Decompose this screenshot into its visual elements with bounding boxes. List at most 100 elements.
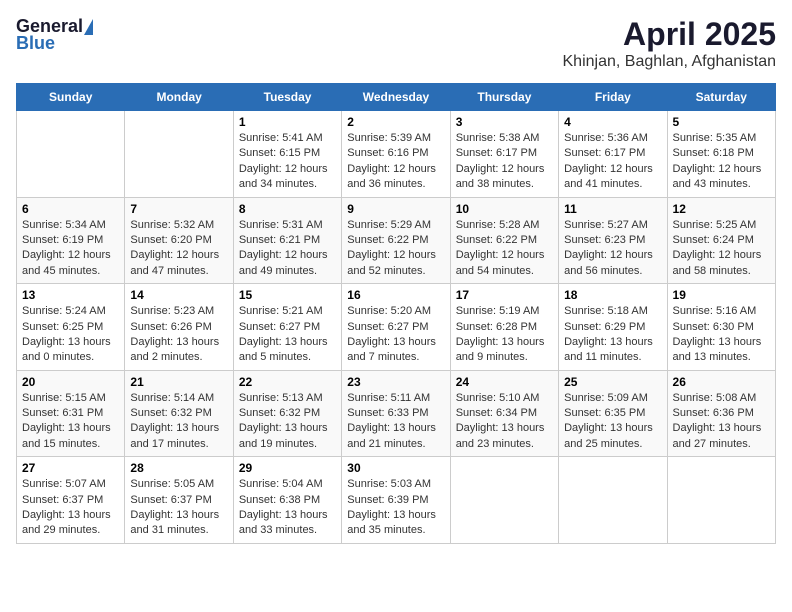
- calendar-week-row: 27 Sunrise: 5:07 AMSunset: 6:37 PMDayligh…: [17, 457, 776, 544]
- day-number: 19: [673, 288, 770, 302]
- day-number: 18: [564, 288, 661, 302]
- day-number: 21: [130, 375, 227, 389]
- weekday-header: Friday: [559, 84, 667, 111]
- day-info: Sunrise: 5:16 AMSunset: 6:30 PMDaylight:…: [673, 304, 770, 366]
- calendar-cell: 20Sunrise: 5:15 AMSunset: 6:31 PMDayligh…: [17, 370, 125, 457]
- calendar-cell: 15Sunrise: 5:21 AMSunset: 6:27 PMDayligh…: [233, 284, 341, 371]
- sunrise-text: Sunrise: 5:29 AM: [347, 218, 444, 233]
- sunset-text: Sunset: 6:19 PM: [22, 233, 119, 248]
- calendar-cell: 13 Sunrise: 5:24 AMSunset: 6:25 PMDayligh…: [17, 284, 125, 371]
- sunrise-text: Sunrise: 5:41 AM: [239, 131, 336, 146]
- daylight-text: Daylight: 13 hours and 25 minutes.: [564, 421, 661, 452]
- sunrise-text: Sunrise: 5:07 AM: [22, 477, 119, 492]
- day-info: Sunrise: 5:29 AMSunset: 6:22 PMDaylight:…: [347, 218, 444, 280]
- calendar-cell: 23Sunrise: 5:11 AMSunset: 6:33 PMDayligh…: [342, 370, 450, 457]
- page-header: General Blue April 2025 Khinjan, Baghlan…: [16, 16, 776, 71]
- calendar-cell: 29 Sunrise: 5:04 AMSunset: 6:38 PMDayligh…: [233, 457, 341, 544]
- page-subtitle: Khinjan, Baghlan, Afghanistan: [563, 53, 777, 71]
- calendar-table: SundayMondayTuesdayWednesdayThursdayFrid…: [16, 83, 776, 544]
- day-info: Sunrise: 5:24 AMSunset: 6:25 PMDaylight:…: [22, 304, 119, 366]
- sunrise-text: Sunrise: 5:35 AM: [673, 131, 770, 146]
- sunrise-text: Sunrise: 5:27 AM: [564, 218, 661, 233]
- calendar-cell: 18Sunrise: 5:18 AMSunset: 6:29 PMDayligh…: [559, 284, 667, 371]
- day-info: Sunrise: 5:08 AMSunset: 6:36 PMDaylight:…: [673, 391, 770, 453]
- sunrise-text: Sunrise: 5:38 AM: [456, 131, 553, 146]
- day-info: Sunrise: 5:23 AMSunset: 6:26 PMDaylight:…: [130, 304, 227, 366]
- daylight-text: Daylight: 13 hours and 7 minutes.: [347, 335, 444, 366]
- daylight-text: Daylight: 13 hours and 23 minutes.: [456, 421, 553, 452]
- day-info: Sunrise: 5:39 AMSunset: 6:16 PMDaylight:…: [347, 131, 444, 193]
- day-info: Sunrise: 5:04 AMSunset: 6:38 PMDaylight:…: [239, 477, 336, 539]
- day-info: Sunrise: 5:41 AMSunset: 6:15 PMDaylight:…: [239, 131, 336, 193]
- day-number: 15: [239, 288, 336, 302]
- daylight-text: Daylight: 12 hours and 54 minutes.: [456, 248, 553, 279]
- logo: General Blue: [16, 16, 93, 54]
- day-number: 26: [673, 375, 770, 389]
- day-info: Sunrise: 5:07 AMSunset: 6:37 PMDaylight:…: [22, 477, 119, 539]
- daylight-text: Daylight: 13 hours and 29 minutes.: [22, 508, 119, 539]
- weekday-header: Thursday: [450, 84, 558, 111]
- day-number: 12: [673, 202, 770, 216]
- calendar-week-row: 20Sunrise: 5:15 AMSunset: 6:31 PMDayligh…: [17, 370, 776, 457]
- sunrise-text: Sunrise: 5:09 AM: [564, 391, 661, 406]
- day-number: 25: [564, 375, 661, 389]
- calendar-cell: 14 Sunrise: 5:23 AMSunset: 6:26 PMDayligh…: [125, 284, 233, 371]
- day-number: 6: [22, 202, 119, 216]
- sunrise-text: Sunrise: 5:14 AM: [130, 391, 227, 406]
- sunrise-text: Sunrise: 5:13 AM: [239, 391, 336, 406]
- day-number: 30: [347, 461, 444, 475]
- day-info: Sunrise: 5:19 AMSunset: 6:28 PMDaylight:…: [456, 304, 553, 366]
- calendar-cell: 7Sunrise: 5:32 AMSunset: 6:20 PMDaylight…: [125, 197, 233, 284]
- day-number: 28: [130, 461, 227, 475]
- sunrise-text: Sunrise: 5:10 AM: [456, 391, 553, 406]
- calendar-week-row: 13 Sunrise: 5:24 AMSunset: 6:25 PMDayligh…: [17, 284, 776, 371]
- sunset-text: Sunset: 6:15 PM: [239, 146, 336, 161]
- sunset-text: Sunset: 6:22 PM: [347, 233, 444, 248]
- calendar-cell: 9Sunrise: 5:29 AMSunset: 6:22 PMDaylight…: [342, 197, 450, 284]
- calendar-cell: [450, 457, 558, 544]
- logo-blue-text: Blue: [16, 33, 55, 54]
- calendar-cell: 21Sunrise: 5:14 AMSunset: 6:32 PMDayligh…: [125, 370, 233, 457]
- calendar-cell: 3Sunrise: 5:38 AMSunset: 6:17 PMDaylight…: [450, 111, 558, 198]
- sunrise-text: Sunrise: 5:08 AM: [673, 391, 770, 406]
- daylight-text: Daylight: 13 hours and 33 minutes.: [239, 508, 336, 539]
- day-info: Sunrise: 5:05 AMSunset: 6:37 PMDaylight:…: [130, 477, 227, 539]
- day-number: 11: [564, 202, 661, 216]
- day-number: 14: [130, 288, 227, 302]
- sunset-text: Sunset: 6:24 PM: [673, 233, 770, 248]
- day-number: 29: [239, 461, 336, 475]
- day-number: 10: [456, 202, 553, 216]
- calendar-cell: 10Sunrise: 5:28 AMSunset: 6:22 PMDayligh…: [450, 197, 558, 284]
- sunset-text: Sunset: 6:38 PM: [239, 493, 336, 508]
- sunrise-text: Sunrise: 5:23 AM: [130, 304, 227, 319]
- sunset-text: Sunset: 6:16 PM: [347, 146, 444, 161]
- calendar-cell: 2Sunrise: 5:39 AMSunset: 6:16 PMDaylight…: [342, 111, 450, 198]
- sunrise-text: Sunrise: 5:04 AM: [239, 477, 336, 492]
- calendar-cell: 16Sunrise: 5:20 AMSunset: 6:27 PMDayligh…: [342, 284, 450, 371]
- calendar-cell: 17Sunrise: 5:19 AMSunset: 6:28 PMDayligh…: [450, 284, 558, 371]
- sunrise-text: Sunrise: 5:05 AM: [130, 477, 227, 492]
- daylight-text: Daylight: 13 hours and 5 minutes.: [239, 335, 336, 366]
- sunset-text: Sunset: 6:22 PM: [456, 233, 553, 248]
- sunrise-text: Sunrise: 5:31 AM: [239, 218, 336, 233]
- calendar-cell: [667, 457, 775, 544]
- day-number: 7: [130, 202, 227, 216]
- day-number: 27: [22, 461, 119, 475]
- calendar-cell: 28 Sunrise: 5:05 AMSunset: 6:37 PMDayligh…: [125, 457, 233, 544]
- daylight-text: Daylight: 13 hours and 17 minutes.: [130, 421, 227, 452]
- sunset-text: Sunset: 6:27 PM: [347, 320, 444, 335]
- day-number: 1: [239, 115, 336, 129]
- day-number: 8: [239, 202, 336, 216]
- day-number: 13: [22, 288, 119, 302]
- daylight-text: Daylight: 12 hours and 56 minutes.: [564, 248, 661, 279]
- daylight-text: Daylight: 13 hours and 11 minutes.: [564, 335, 661, 366]
- day-info: Sunrise: 5:27 AMSunset: 6:23 PMDaylight:…: [564, 218, 661, 280]
- calendar-cell: 4Sunrise: 5:36 AMSunset: 6:17 PMDaylight…: [559, 111, 667, 198]
- calendar-cell: 11 Sunrise: 5:27 AMSunset: 6:23 PMDayligh…: [559, 197, 667, 284]
- daylight-text: Daylight: 12 hours and 58 minutes.: [673, 248, 770, 279]
- day-info: Sunrise: 5:31 AMSunset: 6:21 PMDaylight:…: [239, 218, 336, 280]
- calendar-week-row: 6Sunrise: 5:34 AMSunset: 6:19 PMDaylight…: [17, 197, 776, 284]
- calendar-cell: 24Sunrise: 5:10 AMSunset: 6:34 PMDayligh…: [450, 370, 558, 457]
- daylight-text: Daylight: 12 hours and 38 minutes.: [456, 162, 553, 193]
- daylight-text: Daylight: 12 hours and 41 minutes.: [564, 162, 661, 193]
